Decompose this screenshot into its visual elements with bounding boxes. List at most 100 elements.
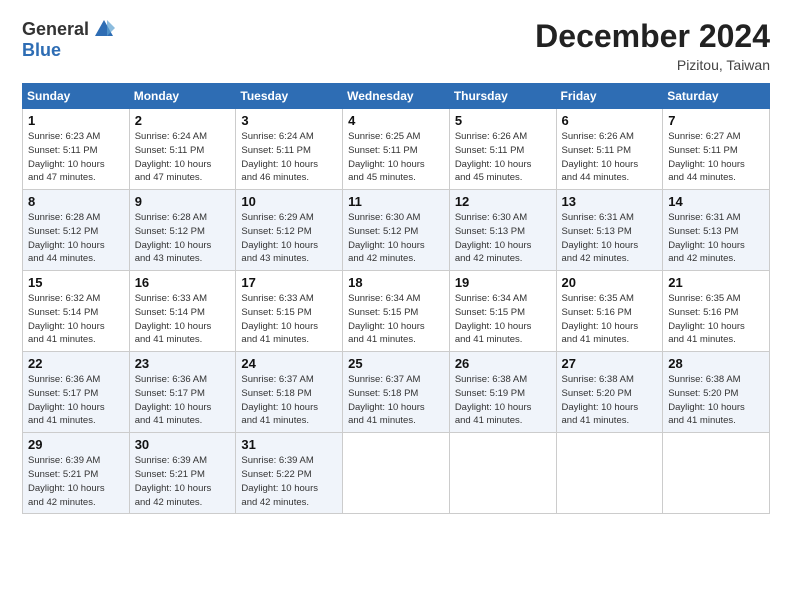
title-area: December 2024 Pizitou, Taiwan: [535, 18, 770, 73]
calendar-week-row: 15Sunrise: 6:32 AM Sunset: 5:14 PM Dayli…: [23, 271, 770, 352]
day-info: Sunrise: 6:24 AM Sunset: 5:11 PM Dayligh…: [135, 130, 231, 185]
day-info: Sunrise: 6:36 AM Sunset: 5:17 PM Dayligh…: [135, 373, 231, 428]
day-info: Sunrise: 6:23 AM Sunset: 5:11 PM Dayligh…: [28, 130, 124, 185]
day-info: Sunrise: 6:26 AM Sunset: 5:11 PM Dayligh…: [562, 130, 658, 185]
calendar-week-row: 29 Sunrise: 6:39 AM Sunset: 5:21 PM Dayli…: [23, 433, 770, 514]
calendar-day-cell: 6 Sunrise: 6:26 AM Sunset: 5:11 PM Daylig…: [556, 109, 663, 190]
day-number: 26: [455, 356, 551, 371]
day-number: 11: [348, 194, 444, 209]
day-info: Sunrise: 6:34 AM Sunset: 5:15 PM Dayligh…: [348, 292, 444, 347]
day-info: Sunrise: 6:25 AM Sunset: 5:11 PM Dayligh…: [348, 130, 444, 185]
calendar-day-cell: 17 Sunrise: 6:33 AM Sunset: 5:15 PM Dayli…: [236, 271, 343, 352]
day-info: Sunrise: 6:38 AM Sunset: 5:19 PM Dayligh…: [455, 373, 551, 428]
day-number: 6: [562, 113, 658, 128]
day-number: 21: [668, 275, 764, 290]
day-info: Sunrise: 6:34 AM Sunset: 5:15 PM Dayligh…: [455, 292, 551, 347]
day-number: 20: [562, 275, 658, 290]
calendar-day-cell: 26 Sunrise: 6:38 AM Sunset: 5:19 PM Dayli…: [449, 352, 556, 433]
day-info: Sunrise: 6:39 AM Sunset: 5:21 PM Dayligh…: [135, 454, 231, 509]
day-info: Sunrise: 6:29 AM Sunset: 5:12 PM Dayligh…: [241, 211, 337, 266]
calendar-day-cell: 9 Sunrise: 6:28 AM Sunset: 5:12 PM Daylig…: [129, 190, 236, 271]
calendar-day-cell: 25Sunrise: 6:37 AM Sunset: 5:18 PM Dayli…: [343, 352, 450, 433]
weekday-header-thursday: Thursday: [449, 84, 556, 109]
calendar-day-cell: 4 Sunrise: 6:25 AM Sunset: 5:11 PM Daylig…: [343, 109, 450, 190]
calendar-day-cell: 19 Sunrise: 6:34 AM Sunset: 5:15 PM Dayli…: [449, 271, 556, 352]
empty-cell: [556, 433, 663, 514]
location-subtitle: Pizitou, Taiwan: [535, 57, 770, 73]
day-number: 23: [135, 356, 231, 371]
day-number: 22: [28, 356, 124, 371]
day-number: 1: [28, 113, 124, 128]
day-info: Sunrise: 6:38 AM Sunset: 5:20 PM Dayligh…: [668, 373, 764, 428]
calendar-week-row: 22 Sunrise: 6:36 AM Sunset: 5:17 PM Dayli…: [23, 352, 770, 433]
day-number: 18: [348, 275, 444, 290]
day-number: 25: [348, 356, 444, 371]
calendar-day-cell: 27Sunrise: 6:38 AM Sunset: 5:20 PM Dayli…: [556, 352, 663, 433]
calendar-day-cell: 28 Sunrise: 6:38 AM Sunset: 5:20 PM Dayli…: [663, 352, 770, 433]
logo-general-text: General: [22, 19, 89, 40]
calendar-week-row: 8 Sunrise: 6:28 AM Sunset: 5:12 PM Daylig…: [23, 190, 770, 271]
day-info: Sunrise: 6:35 AM Sunset: 5:16 PM Dayligh…: [562, 292, 658, 347]
day-info: Sunrise: 6:39 AM Sunset: 5:22 PM Dayligh…: [241, 454, 337, 509]
calendar-table: SundayMondayTuesdayWednesdayThursdayFrid…: [22, 83, 770, 514]
day-number: 5: [455, 113, 551, 128]
weekday-header-row: SundayMondayTuesdayWednesdayThursdayFrid…: [23, 84, 770, 109]
calendar-day-cell: 30Sunrise: 6:39 AM Sunset: 5:21 PM Dayli…: [129, 433, 236, 514]
weekday-header-monday: Monday: [129, 84, 236, 109]
calendar-day-cell: 5 Sunrise: 6:26 AM Sunset: 5:11 PM Daylig…: [449, 109, 556, 190]
calendar-day-cell: 2 Sunrise: 6:24 AM Sunset: 5:11 PM Daylig…: [129, 109, 236, 190]
logo: General Blue: [22, 18, 115, 61]
day-info: Sunrise: 6:33 AM Sunset: 5:15 PM Dayligh…: [241, 292, 337, 347]
logo-blue-text: Blue: [22, 40, 61, 61]
calendar-day-cell: 12 Sunrise: 6:30 AM Sunset: 5:13 PM Dayli…: [449, 190, 556, 271]
calendar-day-cell: 10 Sunrise: 6:29 AM Sunset: 5:12 PM Dayli…: [236, 190, 343, 271]
logo-icon: [93, 18, 115, 40]
day-number: 13: [562, 194, 658, 209]
day-number: 24: [241, 356, 337, 371]
day-info: Sunrise: 6:30 AM Sunset: 5:13 PM Dayligh…: [455, 211, 551, 266]
day-info: Sunrise: 6:28 AM Sunset: 5:12 PM Dayligh…: [135, 211, 231, 266]
calendar-day-cell: 11Sunrise: 6:30 AM Sunset: 5:12 PM Dayli…: [343, 190, 450, 271]
day-info: Sunrise: 6:26 AM Sunset: 5:11 PM Dayligh…: [455, 130, 551, 185]
weekday-header-wednesday: Wednesday: [343, 84, 450, 109]
calendar-day-cell: 23 Sunrise: 6:36 AM Sunset: 5:17 PM Dayli…: [129, 352, 236, 433]
day-number: 15: [28, 275, 124, 290]
day-info: Sunrise: 6:31 AM Sunset: 5:13 PM Dayligh…: [668, 211, 764, 266]
day-number: 31: [241, 437, 337, 452]
day-info: Sunrise: 6:35 AM Sunset: 5:16 PM Dayligh…: [668, 292, 764, 347]
day-info: Sunrise: 6:36 AM Sunset: 5:17 PM Dayligh…: [28, 373, 124, 428]
day-number: 12: [455, 194, 551, 209]
empty-cell: [663, 433, 770, 514]
day-number: 7: [668, 113, 764, 128]
day-info: Sunrise: 6:39 AM Sunset: 5:21 PM Dayligh…: [28, 454, 124, 509]
calendar-day-cell: 15Sunrise: 6:32 AM Sunset: 5:14 PM Dayli…: [23, 271, 130, 352]
empty-cell: [449, 433, 556, 514]
weekday-header-friday: Friday: [556, 84, 663, 109]
calendar-day-cell: 8 Sunrise: 6:28 AM Sunset: 5:12 PM Daylig…: [23, 190, 130, 271]
month-title: December 2024: [535, 18, 770, 55]
day-number: 16: [135, 275, 231, 290]
day-number: 27: [562, 356, 658, 371]
calendar-day-cell: 3Sunrise: 6:24 AM Sunset: 5:11 PM Daylig…: [236, 109, 343, 190]
day-number: 9: [135, 194, 231, 209]
day-number: 4: [348, 113, 444, 128]
day-info: Sunrise: 6:33 AM Sunset: 5:14 PM Dayligh…: [135, 292, 231, 347]
calendar-day-cell: 18 Sunrise: 6:34 AM Sunset: 5:15 PM Dayli…: [343, 271, 450, 352]
day-number: 8: [28, 194, 124, 209]
day-info: Sunrise: 6:28 AM Sunset: 5:12 PM Dayligh…: [28, 211, 124, 266]
weekday-header-tuesday: Tuesday: [236, 84, 343, 109]
day-number: 10: [241, 194, 337, 209]
weekday-header-sunday: Sunday: [23, 84, 130, 109]
day-number: 17: [241, 275, 337, 290]
day-number: 2: [135, 113, 231, 128]
day-number: 29: [28, 437, 124, 452]
day-number: 28: [668, 356, 764, 371]
empty-cell: [343, 433, 450, 514]
calendar-day-cell: 29 Sunrise: 6:39 AM Sunset: 5:21 PM Dayli…: [23, 433, 130, 514]
day-number: 19: [455, 275, 551, 290]
calendar-day-cell: 13Sunrise: 6:31 AM Sunset: 5:13 PM Dayli…: [556, 190, 663, 271]
calendar-day-cell: 21 Sunrise: 6:35 AM Sunset: 5:16 PM Dayli…: [663, 271, 770, 352]
calendar-day-cell: 31 Sunrise: 6:39 AM Sunset: 5:22 PM Dayli…: [236, 433, 343, 514]
day-info: Sunrise: 6:37 AM Sunset: 5:18 PM Dayligh…: [241, 373, 337, 428]
day-info: Sunrise: 6:24 AM Sunset: 5:11 PM Dayligh…: [241, 130, 337, 185]
